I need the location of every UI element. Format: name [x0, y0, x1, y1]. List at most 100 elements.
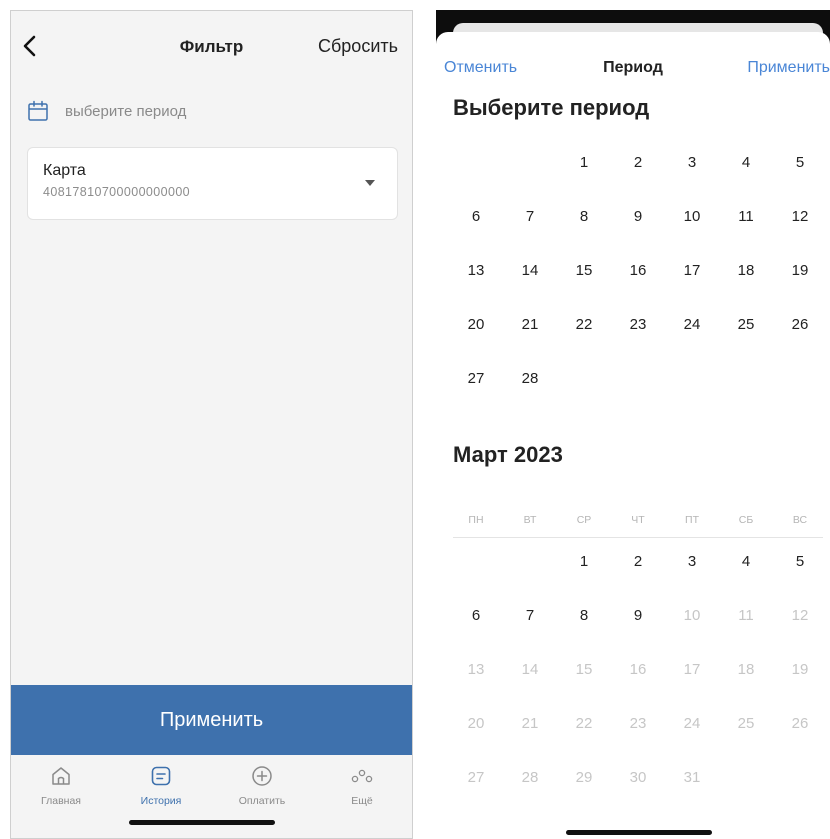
calendar-day[interactable]: 3 [665, 534, 719, 588]
calendar-day[interactable]: 5 [773, 534, 827, 588]
calendar-day[interactable]: 8 [557, 189, 611, 243]
weekday-label: ПТ [685, 514, 699, 526]
bottom-tab-bar: Главная История Оплатить Ещё [11, 755, 412, 838]
calendar-day[interactable]: 11 [719, 189, 773, 243]
calendar-empty-cell [449, 135, 503, 189]
home-indicator [129, 820, 275, 825]
calendar-day: 29 [575, 768, 593, 786]
calendar-day: 11 [738, 606, 754, 624]
dropdown-caret-icon [365, 180, 375, 186]
reset-button[interactable]: Сбросить [318, 36, 398, 57]
calendar-day: 30 [629, 768, 647, 786]
weekday-header: ПН ВТ СР ЧТ ПТ СБ ВС [449, 514, 829, 526]
calendar-day: 20 [467, 714, 485, 732]
calendar-day: 19 [791, 660, 809, 678]
card-select-label: Карта [43, 162, 86, 179]
calendar-day[interactable]: 6 [449, 588, 503, 642]
calendar-day[interactable]: 1 [557, 135, 611, 189]
calendar-day[interactable]: 23 [611, 297, 665, 351]
tab-home-label: Главная [41, 795, 81, 807]
more-icon [351, 769, 373, 783]
calendar-day[interactable]: 9 [611, 588, 665, 642]
current-month-grid: 1 2 3 4 5 6 7 8 9 10 11 12 13 14 15 16 17 18 19 20 21 22 23 24 2… [449, 534, 829, 804]
home-icon [52, 767, 70, 785]
calendar-day[interactable]: 20 [449, 297, 503, 351]
calendar-empty-cell [449, 534, 503, 588]
calendar-day: 28 [521, 768, 539, 786]
calendar-day: 13 [467, 660, 485, 678]
calendar-day[interactable]: 4 [719, 534, 773, 588]
calendar-day[interactable]: 14 [503, 243, 557, 297]
calendar-day[interactable]: 4 [719, 135, 773, 189]
calendar-day[interactable]: 28 [503, 351, 557, 405]
period-sheet-screen: Отменить Период Применить Выберите перио… [436, 10, 830, 839]
calendar-day[interactable]: 7 [503, 189, 557, 243]
weekday-label: ВС [792, 514, 808, 526]
apply-period-button[interactable]: Применить [747, 59, 830, 77]
calendar-day: 16 [629, 660, 647, 678]
plus-circle-icon [252, 766, 272, 786]
tab-pay[interactable]: Оплатить [222, 765, 302, 807]
calendar-day[interactable]: 22 [557, 297, 611, 351]
calendar-day[interactable]: 24 [665, 297, 719, 351]
calendar-day: 21 [521, 714, 539, 732]
calendar-empty-cell [503, 135, 557, 189]
tab-pay-label: Оплатить [238, 795, 286, 807]
calendar-day: 22 [575, 714, 593, 732]
calendar-day[interactable]: 1 [557, 534, 611, 588]
calendar-empty-cell [503, 534, 557, 588]
back-chevron-icon[interactable] [17, 33, 43, 59]
tab-history[interactable]: История [121, 765, 201, 807]
tab-more[interactable]: Ещё [322, 765, 402, 807]
calendar-day[interactable]: 19 [773, 243, 827, 297]
apply-button[interactable]: Применить [11, 685, 412, 755]
calendar-day: 10 [683, 606, 701, 624]
period-sheet: Отменить Период Применить Выберите перио… [436, 32, 830, 839]
calendar-day: 15 [575, 660, 593, 678]
calendar-day[interactable]: 13 [449, 243, 503, 297]
calendar-day[interactable]: 16 [611, 243, 665, 297]
period-picker-field[interactable]: выберите период [27, 97, 186, 125]
cancel-button[interactable]: Отменить [444, 59, 517, 77]
calendar-icon [28, 100, 48, 121]
calendar-day[interactable]: 10 [665, 189, 719, 243]
calendar-day[interactable]: 25 [719, 297, 773, 351]
calendar-day[interactable]: 8 [557, 588, 611, 642]
calendar-day: 12 [791, 606, 809, 624]
choose-period-heading: Выберите период [453, 95, 650, 120]
calendar-day[interactable]: 26 [773, 297, 827, 351]
calendar-day[interactable]: 2 [611, 135, 665, 189]
calendar-day[interactable]: 17 [665, 243, 719, 297]
calendar-day[interactable]: 9 [611, 189, 665, 243]
calendar-day[interactable]: 3 [665, 135, 719, 189]
weekday-label: ПН [468, 514, 484, 526]
calendar-day[interactable]: 6 [449, 189, 503, 243]
weekday-label: ЧТ [631, 514, 645, 526]
calendar-day: 25 [737, 714, 755, 732]
weekday-label: СР [576, 514, 592, 526]
filter-screen: Фильтр Сбросить выберите период Карта 40… [10, 10, 413, 839]
calendar-day: 31 [683, 768, 701, 786]
weekday-label: ВТ [523, 514, 537, 526]
calendar-day[interactable]: 21 [503, 297, 557, 351]
calendar-day: 17 [683, 660, 701, 678]
filter-header: Фильтр Сбросить [11, 11, 412, 83]
month-title: Март 2023 [453, 442, 563, 467]
calendar-day: 14 [521, 660, 539, 678]
calendar-day[interactable]: 12 [773, 189, 827, 243]
calendar-day: 23 [629, 714, 647, 732]
calendar-day[interactable]: 15 [557, 243, 611, 297]
card-select[interactable]: Карта 40817810700000000000 [27, 147, 398, 220]
history-icon [151, 766, 171, 786]
calendar-day: 24 [683, 714, 701, 732]
card-number: 40817810700000000000 [43, 185, 191, 199]
tab-history-label: История [140, 795, 182, 807]
calendar-day[interactable]: 18 [719, 243, 773, 297]
calendar-day[interactable]: 5 [773, 135, 827, 189]
calendar-day[interactable]: 2 [611, 534, 665, 588]
calendar-day: 18 [737, 660, 755, 678]
tab-home[interactable]: Главная [21, 765, 101, 807]
calendar-day[interactable]: 27 [449, 351, 503, 405]
calendar-day[interactable]: 7 [503, 588, 557, 642]
home-indicator [566, 830, 712, 835]
